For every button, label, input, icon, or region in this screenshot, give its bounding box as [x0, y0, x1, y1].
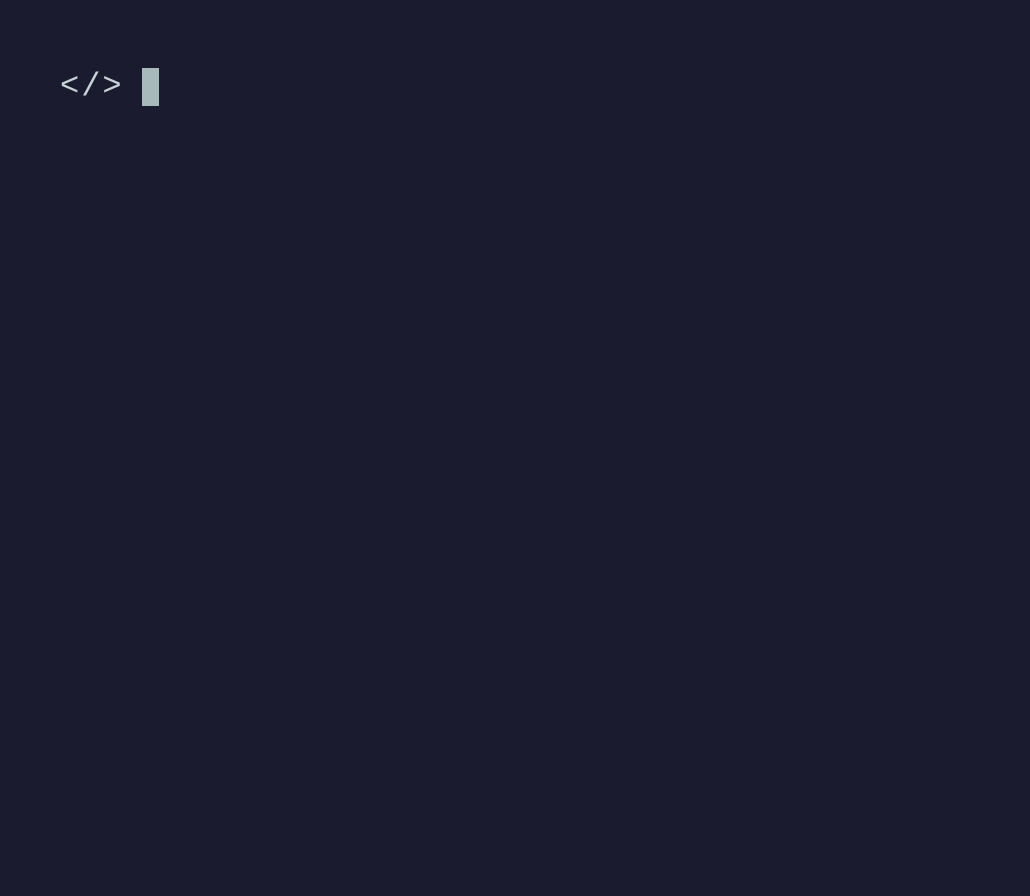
terminal-input-area[interactable]: </>: [0, 0, 1030, 174]
prompt-icon: </>: [60, 71, 124, 103]
text-cursor: [142, 68, 159, 106]
